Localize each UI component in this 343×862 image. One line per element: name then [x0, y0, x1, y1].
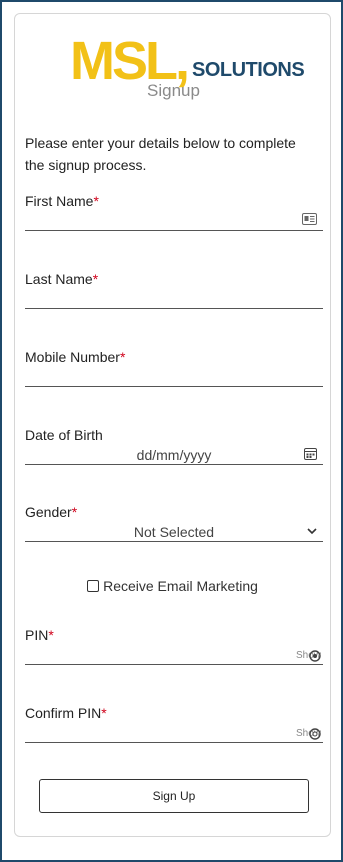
date-of-birth-underline [25, 464, 323, 465]
mobile-number-label: Mobile Number* [25, 349, 126, 365]
email-marketing-checkbox[interactable] [87, 580, 100, 592]
confirm-pin-visibility-icon[interactable] [309, 728, 321, 740]
logo-solutions-text: SOLUTIONS [192, 59, 305, 81]
confirm-pin-input[interactable] [25, 742, 323, 743]
confirm-pin-field[interactable]: Confirm PIN* Show [25, 704, 323, 744]
msl-solutions-logo: MSL, SOLUTIONS Signup [70, 31, 305, 100]
intro-text: Please enter your details below to compl… [25, 135, 296, 173]
last-name-input[interactable] [25, 308, 323, 309]
date-of-birth-field[interactable]: Date of Birth dd/mm/yyyy [25, 426, 323, 466]
last-name-field[interactable]: Last Name* [25, 270, 323, 310]
gender-select[interactable]: Not Selected [25, 523, 323, 541]
pin-label: PIN* [25, 627, 54, 643]
email-marketing-row[interactable]: Receive Email Marketing [15, 577, 330, 595]
email-marketing-label: Receive Email Marketing [103, 578, 258, 594]
contact-card-icon [302, 213, 317, 225]
signup-card: MSL, SOLUTIONS Signup Please enter your … [14, 13, 331, 837]
sign-up-button[interactable]: Sign Up [39, 779, 309, 813]
confirm-pin-label: Confirm PIN* [25, 705, 107, 721]
logo-msl-text: MSL, [70, 31, 190, 91]
gender-underline [25, 541, 323, 542]
first-name-label: First Name* [25, 193, 99, 209]
page-subtitle: Signup [147, 81, 200, 100]
mobile-number-field[interactable]: Mobile Number* [25, 348, 323, 388]
last-name-label: Last Name* [25, 271, 99, 287]
date-of-birth-input[interactable]: dd/mm/yyyy [25, 446, 323, 464]
date-of-birth-label: Date of Birth [25, 427, 103, 443]
pin-visibility-icon[interactable] [309, 650, 321, 662]
pin-input[interactable] [25, 664, 323, 665]
chevron-down-icon[interactable] [307, 528, 317, 535]
calendar-icon[interactable] [304, 447, 317, 460]
first-name-field[interactable]: First Name* [25, 192, 323, 232]
pin-field[interactable]: PIN* Show [25, 626, 323, 666]
gender-label: Gender* [25, 504, 78, 520]
first-name-input[interactable] [25, 230, 323, 231]
mobile-number-input[interactable] [25, 386, 323, 387]
gender-field[interactable]: Gender* Not Selected [25, 503, 323, 543]
